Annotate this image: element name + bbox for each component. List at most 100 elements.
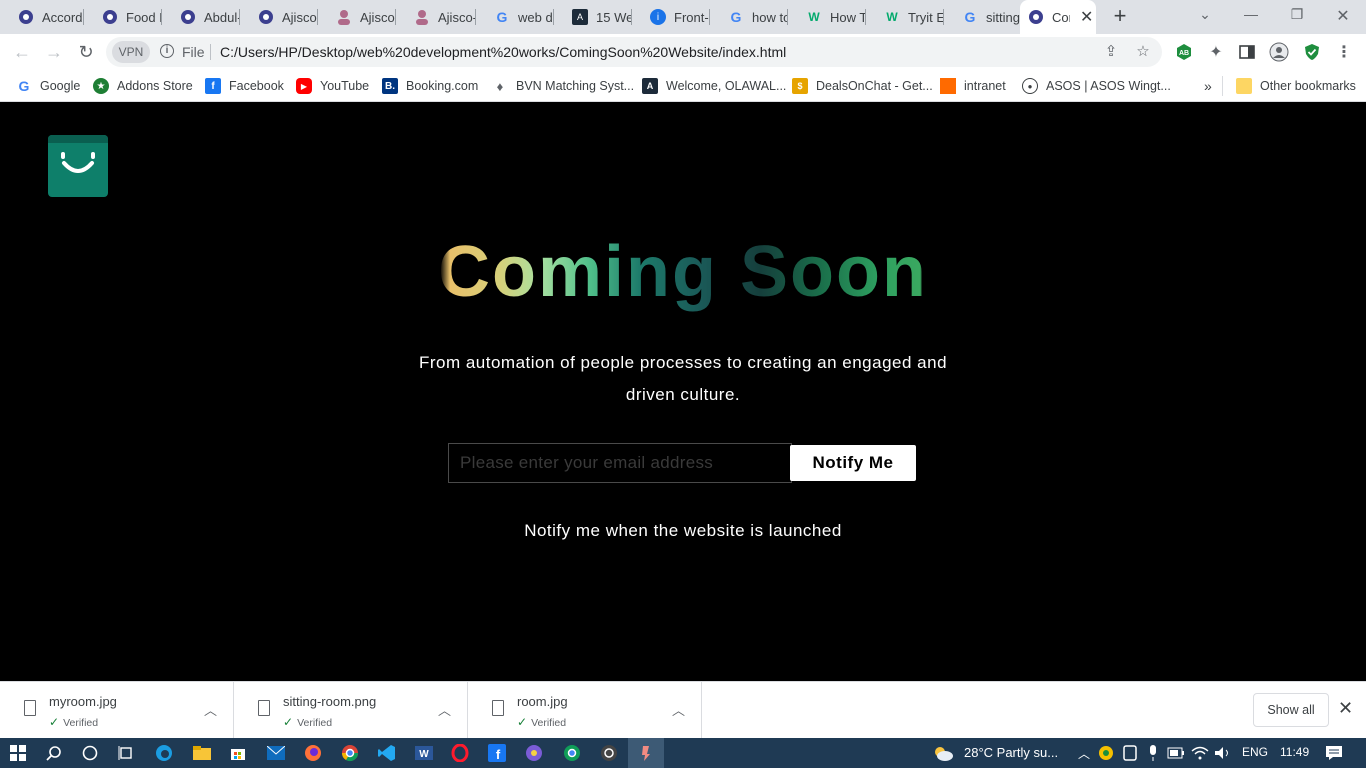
search-icon[interactable] [42, 741, 66, 765]
bookmark-star-icon[interactable]: ☆ [1134, 43, 1152, 61]
check-icon: ✓ [517, 715, 528, 729]
tab-9[interactable]: G how to [710, 0, 788, 34]
download-item[interactable]: myroom.jpg ✓ Verified ︿ [0, 682, 234, 739]
chrome-alt-icon[interactable] [560, 741, 584, 765]
share-icon[interactable]: ⇪ [1102, 43, 1120, 61]
security-shield-icon[interactable] [1301, 41, 1323, 63]
reload-button[interactable]: ↻ [74, 40, 98, 64]
tab-10[interactable]: W How To [788, 0, 866, 34]
side-panel-icon[interactable] [1236, 41, 1258, 63]
forward-button[interactable]: → [42, 40, 66, 64]
tab-3[interactable]: Ajisco- [240, 0, 318, 34]
wifi-icon[interactable] [1188, 741, 1212, 765]
tray-device-icon[interactable] [1118, 741, 1142, 765]
menu-kebab-icon[interactable]: ⋮ [1333, 41, 1355, 63]
store-icon[interactable] [226, 741, 250, 765]
notify-footnote: Notify me when the website is launched [524, 521, 842, 540]
download-filename: myroom.jpg [49, 694, 117, 709]
tab-7[interactable]: A 15 Wel [554, 0, 632, 34]
tab-active[interactable]: Cor ✕ [1020, 0, 1096, 34]
chevron-up-icon[interactable]: ︿ [1072, 741, 1096, 765]
download-item[interactable]: room.jpg ✓ Verified ︿ [468, 682, 702, 739]
bookmark-welcome[interactable]: A Welcome, OLAWAL... [642, 76, 786, 96]
profile-avatar-icon[interactable] [1268, 41, 1290, 63]
info-icon[interactable]: i [160, 44, 174, 58]
bookmark-dealsonchat[interactable]: $ DealsOnChat - Get... [792, 76, 933, 96]
tab-0[interactable]: Accord [0, 0, 84, 34]
other-bookmarks-folder[interactable]: Other bookmarks [1236, 76, 1356, 96]
file-explorer-icon[interactable] [190, 741, 214, 765]
download-item[interactable]: sitting-room.png ✓ Verified ︿ [234, 682, 468, 739]
new-tab-button[interactable]: + [1108, 4, 1132, 28]
adblock-extension-icon[interactable]: AB [1173, 41, 1195, 63]
bookmark-intranet[interactable]: intranet [940, 76, 1006, 96]
tab-6[interactable]: G web de [476, 0, 554, 34]
chevron-up-icon[interactable]: ︿ [204, 700, 217, 719]
tab-5[interactable]: Ajisco- [396, 0, 476, 34]
back-button[interactable]: ← [10, 40, 34, 64]
weather-text[interactable]: 28°C Partly su... [964, 745, 1058, 760]
minimize-button[interactable]: — [1228, 6, 1274, 22]
downloads-shelf: myroom.jpg ✓ Verified ︿ sitting-room.png … [0, 681, 1366, 739]
facebook-app-icon[interactable]: f [485, 741, 509, 765]
close-downloads-icon[interactable]: ✕ [1338, 698, 1353, 719]
battery-icon[interactable] [1164, 741, 1188, 765]
tab-title: Accord [42, 9, 83, 25]
bookmark-bvn[interactable]: ♦ BVN Matching Syst... [492, 76, 634, 96]
chevron-up-icon[interactable]: ︿ [672, 700, 685, 719]
bookmark-addons-store[interactable]: ★ Addons Store [93, 76, 193, 96]
vpn-badge[interactable]: VPN [112, 41, 150, 63]
chevron-up-icon[interactable]: ︿ [438, 700, 451, 719]
bookmark-facebook[interactable]: f Facebook [205, 76, 284, 96]
notify-me-button[interactable]: Notify Me [790, 445, 916, 481]
language-indicator[interactable]: ENG [1242, 745, 1268, 759]
windows-start-icon[interactable] [6, 741, 30, 765]
task-view-icon[interactable] [114, 741, 138, 765]
cortana-icon[interactable] [78, 741, 102, 765]
show-all-downloads-button[interactable]: Show all [1253, 693, 1329, 727]
tab-8[interactable]: i Front-e [632, 0, 710, 34]
bookmark-booking[interactable]: B. Booking.com [382, 76, 478, 96]
bookmark-label: YouTube [320, 79, 370, 93]
chrome-icon[interactable] [338, 741, 362, 765]
mail-icon[interactable] [264, 741, 288, 765]
vscode-icon[interactable] [375, 741, 399, 765]
w-icon: W [886, 10, 898, 24]
word-icon[interactable]: W [412, 741, 436, 765]
brave-icon[interactable] [522, 741, 546, 765]
media-player-icon[interactable] [597, 741, 621, 765]
url-text[interactable]: C:/Users/HP/Desktop/web%20development%20… [220, 44, 786, 60]
globe-icon [180, 9, 196, 25]
bookmark-label: Welcome, OLAWAL... [666, 79, 787, 93]
tab-title: How To [830, 9, 866, 25]
clock-time[interactable]: 11:49 [1280, 745, 1309, 759]
close-tab-icon[interactable]: ✕ [1080, 7, 1093, 27]
tab-2[interactable]: Abdul- [162, 0, 240, 34]
tray-app-icon[interactable] [1094, 741, 1118, 765]
extensions-puzzle-icon[interactable]: ✦ [1205, 41, 1227, 63]
address-bar[interactable]: VPN i File C:/Users/HP/Desktop/web%20dev… [106, 37, 1162, 67]
tab-search-icon[interactable]: ⌄ [1182, 6, 1228, 23]
bookmark-google[interactable]: G Google [16, 76, 81, 96]
restore-button[interactable]: ❐ [1274, 6, 1320, 23]
volume-icon[interactable] [1211, 741, 1235, 765]
opera-icon[interactable] [448, 741, 472, 765]
firefox-icon[interactable] [301, 741, 325, 765]
email-input[interactable]: Please enter your email address [448, 443, 792, 483]
bookmarks-overflow-button[interactable]: » [1204, 76, 1212, 96]
tab-11[interactable]: W Tryit Ed [866, 0, 944, 34]
tab-1[interactable]: Food R [84, 0, 162, 34]
brand-logo[interactable] [48, 135, 108, 197]
bookmark-youtube[interactable]: ▶ YouTube [296, 76, 369, 96]
weather-icon[interactable] [932, 741, 954, 765]
active-app-icon[interactable] [634, 741, 658, 765]
microphone-icon[interactable] [1141, 741, 1165, 765]
bookmark-asos[interactable]: ● ASOS | ASOS Wingt... [1022, 76, 1171, 96]
tab-title: Food R [126, 9, 162, 25]
close-window-button[interactable]: ✕ [1320, 6, 1366, 26]
notifications-icon[interactable] [1322, 741, 1346, 765]
tab-12[interactable]: G sitting [944, 0, 1020, 34]
edge-icon[interactable] [152, 741, 176, 765]
tab-4[interactable]: Ajisco- [318, 0, 396, 34]
tab-title: Ajisco- [282, 9, 318, 25]
